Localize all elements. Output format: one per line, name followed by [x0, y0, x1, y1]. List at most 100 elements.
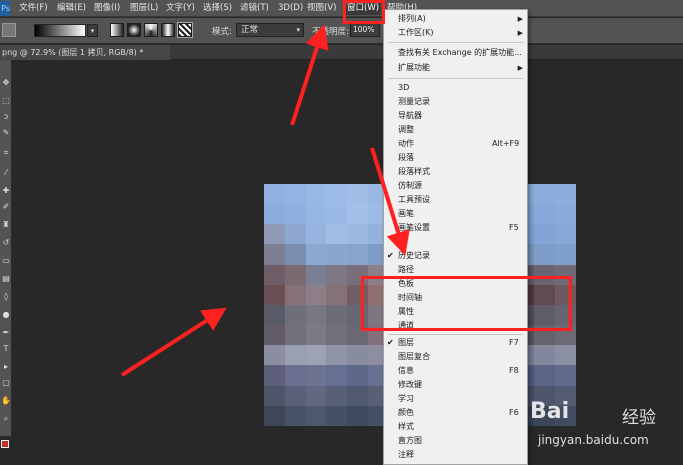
menu-item-shortcut: Alt+F9 — [492, 139, 520, 148]
menu-select[interactable]: 选择(S) — [203, 3, 232, 14]
menu-view[interactable]: 视图(V) — [307, 3, 336, 14]
menu-item-workspace[interactable]: 工作区(K) ▶ — [384, 26, 527, 40]
menu-item-label: 学习 — [398, 394, 414, 403]
menu-item-label: 修改键 — [398, 380, 422, 389]
checkmark-icon: ✔ — [387, 251, 394, 260]
type-tool-icon[interactable]: T — [1, 344, 11, 354]
marquee-tool-icon[interactable]: ⬚ — [1, 96, 11, 106]
menu-type[interactable]: 文字(Y) — [166, 3, 195, 14]
mode-value: 正常 — [241, 25, 259, 35]
pen-tool-icon[interactable]: ✒ — [1, 328, 11, 338]
dodge-tool-icon[interactable]: ● — [1, 310, 11, 320]
hand-tool-icon[interactable]: ✋ — [1, 396, 11, 406]
menu-item-paragraph-styles[interactable]: 段落样式 — [384, 165, 527, 179]
stamp-tool-icon[interactable]: ♜ — [1, 220, 11, 230]
radial-gradient-icon[interactable] — [127, 23, 141, 37]
reflected-gradient-icon[interactable] — [161, 23, 175, 37]
menu-item-shortcut: F8 — [509, 366, 519, 375]
menu-item-paths[interactable]: 路径 — [384, 263, 527, 277]
menu-item-paragraph[interactable]: 段落 — [384, 151, 527, 165]
menu-item-navigator[interactable]: 导航器 — [384, 109, 527, 123]
menu-item-3d[interactable]: 3D — [384, 81, 527, 95]
menu-item-label: 图层 — [398, 338, 414, 347]
menu-item-libraries[interactable]: 库 — [384, 235, 527, 249]
angle-gradient-icon[interactable] — [144, 23, 158, 37]
document-tab[interactable]: png @ 72.9% (图层 1 拷贝, RGB/8) * — [0, 45, 170, 60]
menu-item-label: 库 — [398, 237, 406, 246]
opacity-input[interactable]: 100% — [350, 23, 380, 37]
mode-select[interactable]: 正常 ▾ — [236, 23, 304, 37]
foreground-background-colors[interactable] — [1, 440, 11, 450]
menu-separator — [388, 42, 523, 43]
menu-item-learn[interactable]: 学习 — [384, 392, 527, 406]
window-menu-dropdown: 排列(A) ▶ 工作区(K) ▶ 查找有关 Exchange 的扩展功能... 扩展… — [383, 9, 528, 465]
menu-item-info[interactable]: 信息 F8 — [384, 364, 527, 378]
quick-select-tool-icon[interactable]: ✎ — [1, 128, 11, 138]
eyedropper-tool-icon[interactable]: ⁄ — [1, 168, 11, 178]
photoshop-logo: Ps — [0, 1, 10, 16]
menu-item-measurement-log[interactable]: 测量记录 — [384, 95, 527, 109]
watermark-brand: Bai — [530, 399, 570, 424]
menu-item-layer-comps[interactable]: 图层复合 — [384, 350, 527, 364]
shape-tool-icon[interactable]: ▢ — [1, 378, 11, 388]
menu-item-shortcut: F5 — [509, 223, 519, 232]
menu-file[interactable]: 文件(F) — [19, 3, 48, 14]
gradient-tool-icon[interactable]: ▤ — [1, 274, 11, 284]
menu-item-brushes[interactable]: 画笔 — [384, 207, 527, 221]
baidu-jingyan-watermark: Bai 经验 jingyan.baidu.com — [530, 395, 680, 460]
menu-image[interactable]: 图像(I) — [94, 3, 120, 14]
submenu-arrow-icon: ▶ — [517, 29, 523, 37]
menu-item-histogram[interactable]: 直方图 — [384, 434, 527, 448]
menu-item-label: 信息 — [398, 366, 414, 375]
lasso-tool-icon[interactable]: ↄ — [1, 112, 11, 122]
diamond-gradient-icon[interactable] — [178, 23, 192, 37]
path-select-tool-icon[interactable]: ▸ — [1, 362, 11, 372]
menu-item-clone-source[interactable]: 仿制源 — [384, 179, 527, 193]
menu-item-label: 测量记录 — [398, 97, 430, 106]
menu-item-brush-settings[interactable]: 画笔设置 F5 — [384, 221, 527, 235]
menu-item-adjustments[interactable]: 调整 — [384, 123, 527, 137]
submenu-arrow-icon: ▶ — [517, 15, 523, 23]
menu-item-label: 仿制源 — [398, 181, 422, 190]
foreground-color-swatch[interactable] — [1, 440, 9, 448]
menu-item-label: 段落样式 — [398, 167, 430, 176]
menu-item-tool-presets[interactable]: 工具预设 — [384, 193, 527, 207]
photoshop-window: Ps 文件(F) 编辑(E) 图像(I) 图层(L) 文字(Y) 选择(S) 滤… — [0, 0, 683, 465]
gradient-editor-swatch[interactable] — [34, 24, 86, 37]
eraser-tool-icon[interactable]: ▭ — [1, 256, 11, 266]
zoom-tool-icon[interactable]: ⌕ — [1, 414, 11, 424]
gradient-dropdown-icon[interactable]: ▾ — [87, 24, 98, 37]
menu-item-layers[interactable]: ✔ 图层 F7 — [384, 336, 527, 350]
menu-item-label: 段落 — [398, 153, 414, 162]
menu-item-notes[interactable]: 注释 — [384, 448, 527, 462]
menu-item-history[interactable]: ✔ 历史记录 — [384, 249, 527, 263]
menu-item-find-extensions[interactable]: 查找有关 Exchange 的扩展功能... — [384, 46, 527, 60]
menu-3d[interactable]: 3D(D) — [278, 3, 303, 14]
menu-item-styles[interactable]: 样式 — [384, 420, 527, 434]
menu-filter[interactable]: 滤镜(T) — [240, 3, 269, 14]
crop-tool-icon[interactable]: ⌗ — [1, 148, 11, 158]
menu-item-label: 直方图 — [398, 436, 422, 445]
linear-gradient-icon[interactable] — [110, 23, 124, 37]
menu-item-label: 画笔设置 — [398, 223, 430, 232]
menu-item-label: 画笔 — [398, 209, 414, 218]
history-brush-tool-icon[interactable]: ↺ — [1, 238, 11, 248]
menu-item-extensions[interactable]: 扩展功能 ▶ — [384, 61, 527, 75]
brush-tool-icon[interactable]: ✐ — [1, 202, 11, 212]
menu-edit[interactable]: 编辑(E) — [57, 3, 86, 14]
menu-item-actions[interactable]: 动作 Alt+F9 — [384, 137, 527, 151]
tool-preset-picker[interactable] — [2, 23, 16, 37]
menu-item-arrange[interactable]: 排列(A) ▶ — [384, 12, 527, 26]
menu-item-modifier-keys[interactable]: 修改键 — [384, 378, 527, 392]
blur-tool-icon[interactable]: ◊ — [1, 292, 11, 302]
menu-separator — [388, 78, 523, 79]
menu-item-label: 导航器 — [398, 111, 422, 120]
menu-item-shortcut: F6 — [509, 408, 519, 417]
submenu-arrow-icon: ▶ — [517, 64, 523, 72]
menu-item-color[interactable]: 颜色 F6 — [384, 406, 527, 420]
healing-brush-tool-icon[interactable]: ✚ — [1, 186, 11, 196]
window-menu-highlight-box — [343, 0, 385, 24]
move-tool-icon[interactable]: ✥ — [1, 78, 11, 88]
menu-layer[interactable]: 图层(L) — [130, 3, 158, 14]
document-tab-bar: png @ 72.9% (图层 1 拷贝, RGB/8) * — [0, 45, 683, 60]
